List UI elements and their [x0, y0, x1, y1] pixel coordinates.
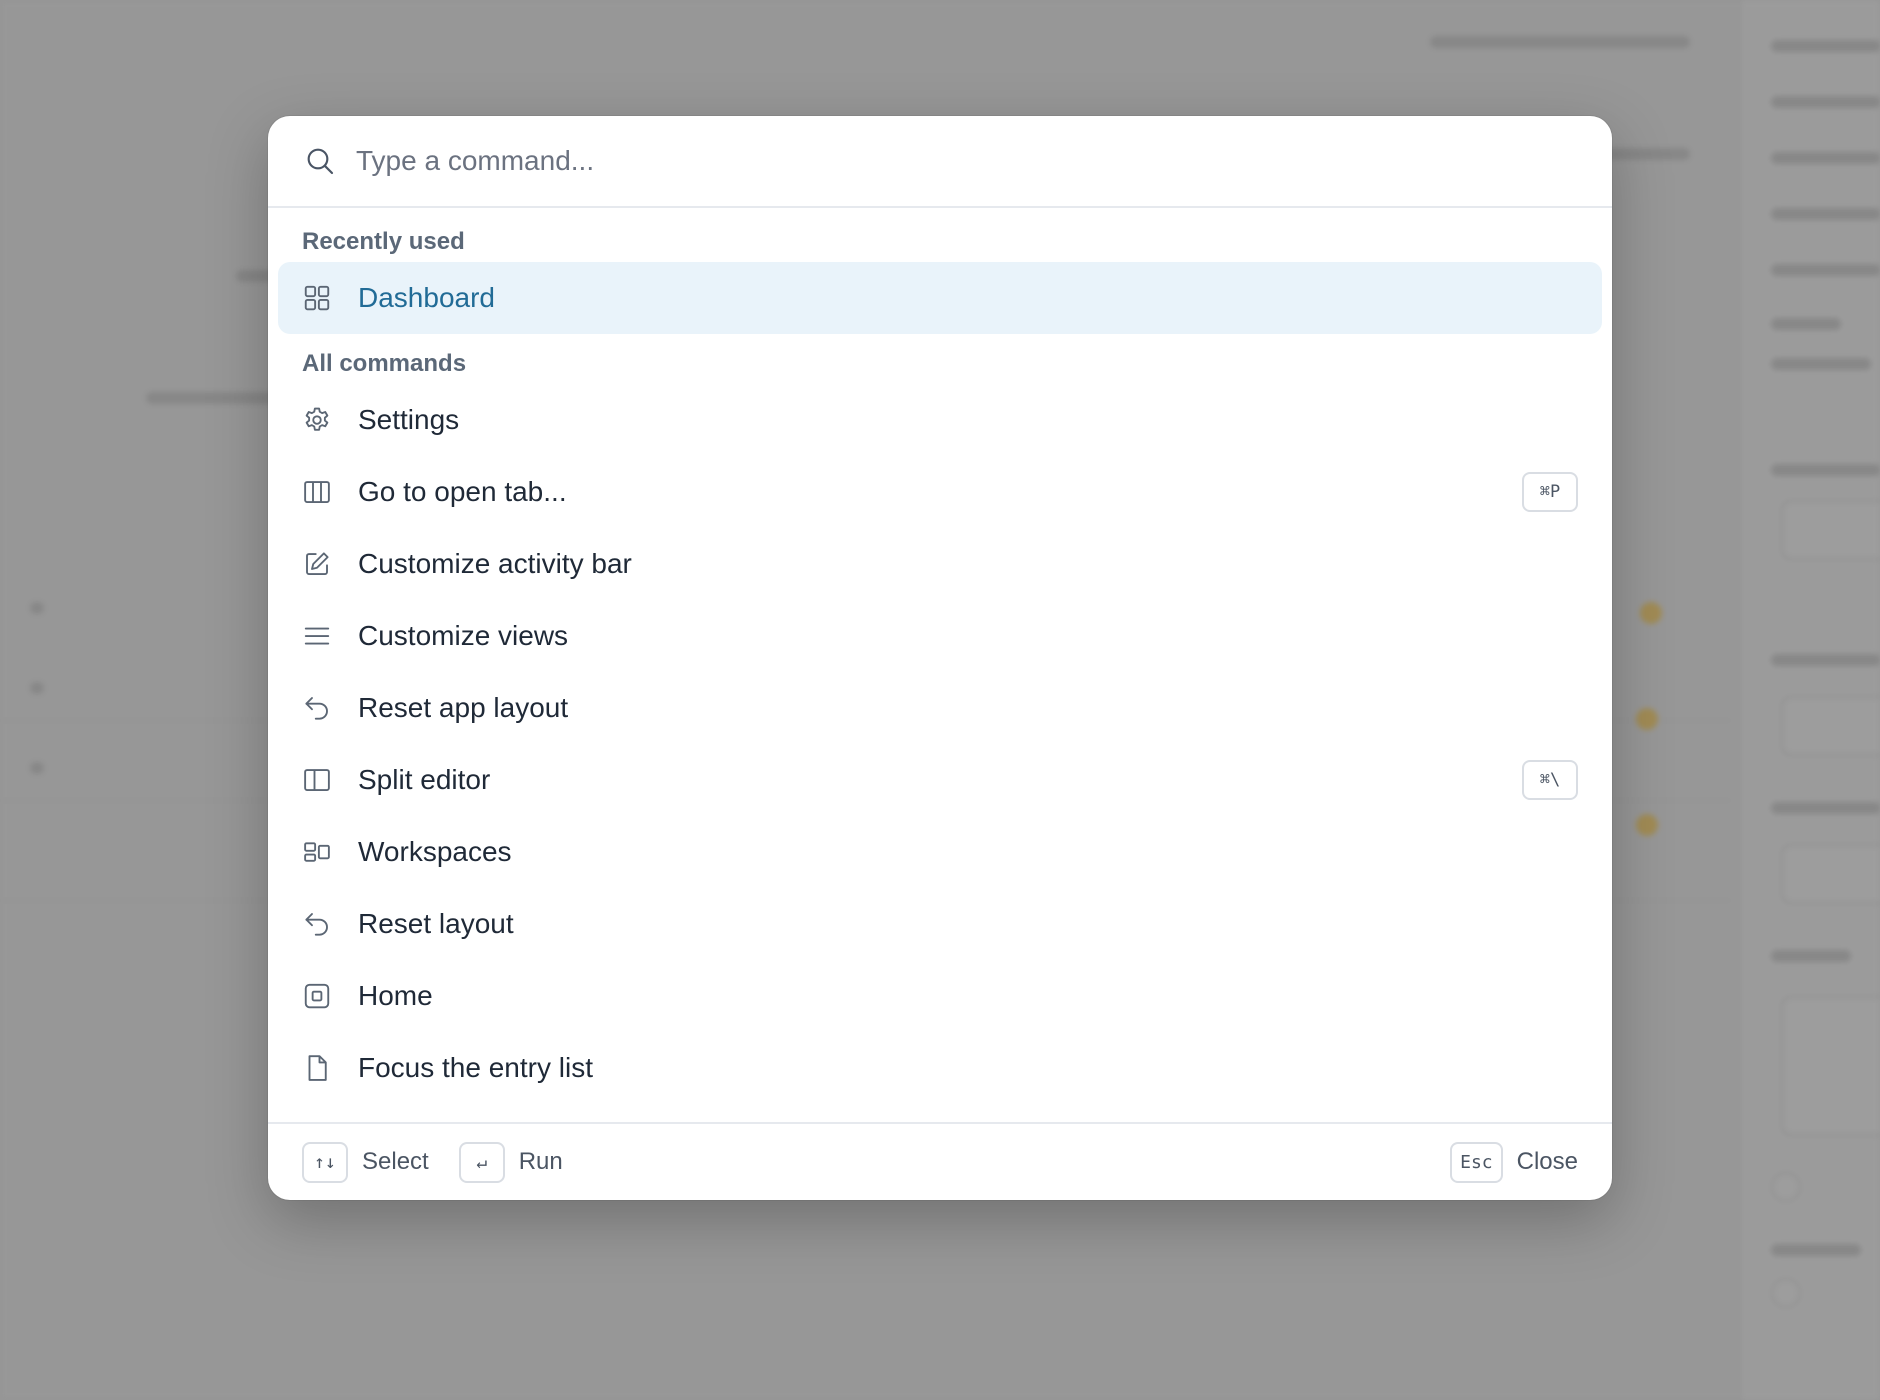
command-label: Split editor: [358, 764, 491, 795]
menu-lines-icon: [304, 627, 330, 645]
search-bar: [268, 116, 1612, 208]
command-item-go-to-open-tab[interactable]: Go to open tab... ⌘P: [278, 456, 1602, 528]
command-item-focus-entry-list[interactable]: Focus the entry list: [278, 1032, 1602, 1104]
split-panel-icon: [304, 769, 330, 791]
file-icon: [308, 1055, 327, 1081]
shortcut-badge: ⌘\: [1522, 760, 1578, 800]
command-label: Reset layout: [358, 908, 514, 939]
command-label: Reset app layout: [358, 692, 569, 723]
home-square-icon: [304, 983, 330, 1009]
command-item-customize-activity-bar[interactable]: Customize activity bar: [278, 528, 1602, 600]
command-label: Customize activity bar: [358, 548, 632, 579]
command-label: Settings: [358, 404, 460, 435]
command-item-home[interactable]: Home: [278, 960, 1602, 1032]
command-item-split-editor[interactable]: Split editor ⌘\: [278, 744, 1602, 816]
hint-run: ↵ Run: [458, 1141, 563, 1183]
command-item-settings[interactable]: Settings: [278, 384, 1602, 456]
command-list: Recently used Dashboard All commands Set…: [268, 210, 1612, 1122]
hint-run-label: Run: [518, 1148, 563, 1175]
columns-icon: [304, 481, 330, 503]
arrow-keys-badge: ↑↓: [302, 1141, 348, 1183]
command-search-input[interactable]: [356, 145, 1576, 177]
palette-footer: ↑↓ Select ↵ Run Esc Close: [268, 1122, 1612, 1200]
command-label: Home: [358, 980, 433, 1011]
command-label: Focus the entry list: [358, 1052, 593, 1083]
command-label: Customize views: [358, 620, 569, 651]
command-label: Dashboard: [358, 282, 495, 313]
section-label-all: All commands: [302, 350, 467, 377]
shortcut-badge: ⌘P: [1522, 472, 1578, 512]
undo-arrow-icon: [305, 697, 328, 720]
search-icon: [307, 148, 334, 175]
enter-key-badge: ↵: [458, 1141, 505, 1183]
gear-icon: [305, 407, 329, 431]
close-button[interactable]: Esc Close: [1450, 1141, 1578, 1183]
command-item-dashboard[interactable]: Dashboard: [278, 262, 1602, 334]
dashboard-grid-icon: [304, 285, 330, 311]
undo-arrow-icon: [305, 913, 328, 936]
hint-select-label: Select: [362, 1148, 429, 1175]
command-item-customize-views[interactable]: Customize views: [278, 600, 1602, 672]
pencil-icon: [306, 552, 329, 575]
hint-select: ↑↓ Select: [302, 1141, 429, 1183]
esc-key-badge: Esc: [1450, 1141, 1503, 1183]
command-palette: Recently used Dashboard All commands Set…: [268, 116, 1612, 1200]
command-item-workspaces[interactable]: Workspaces: [278, 816, 1602, 888]
command-label: Workspaces: [358, 836, 512, 867]
workspaces-icon: [304, 842, 330, 862]
command-label: Go to open tab...: [358, 476, 567, 507]
hint-close-label: Close: [1516, 1148, 1578, 1175]
command-item-reset-layout[interactable]: Reset layout: [278, 888, 1602, 960]
command-item-reset-app-layout[interactable]: Reset app layout: [278, 672, 1602, 744]
section-label-recent: Recently used: [302, 228, 465, 255]
